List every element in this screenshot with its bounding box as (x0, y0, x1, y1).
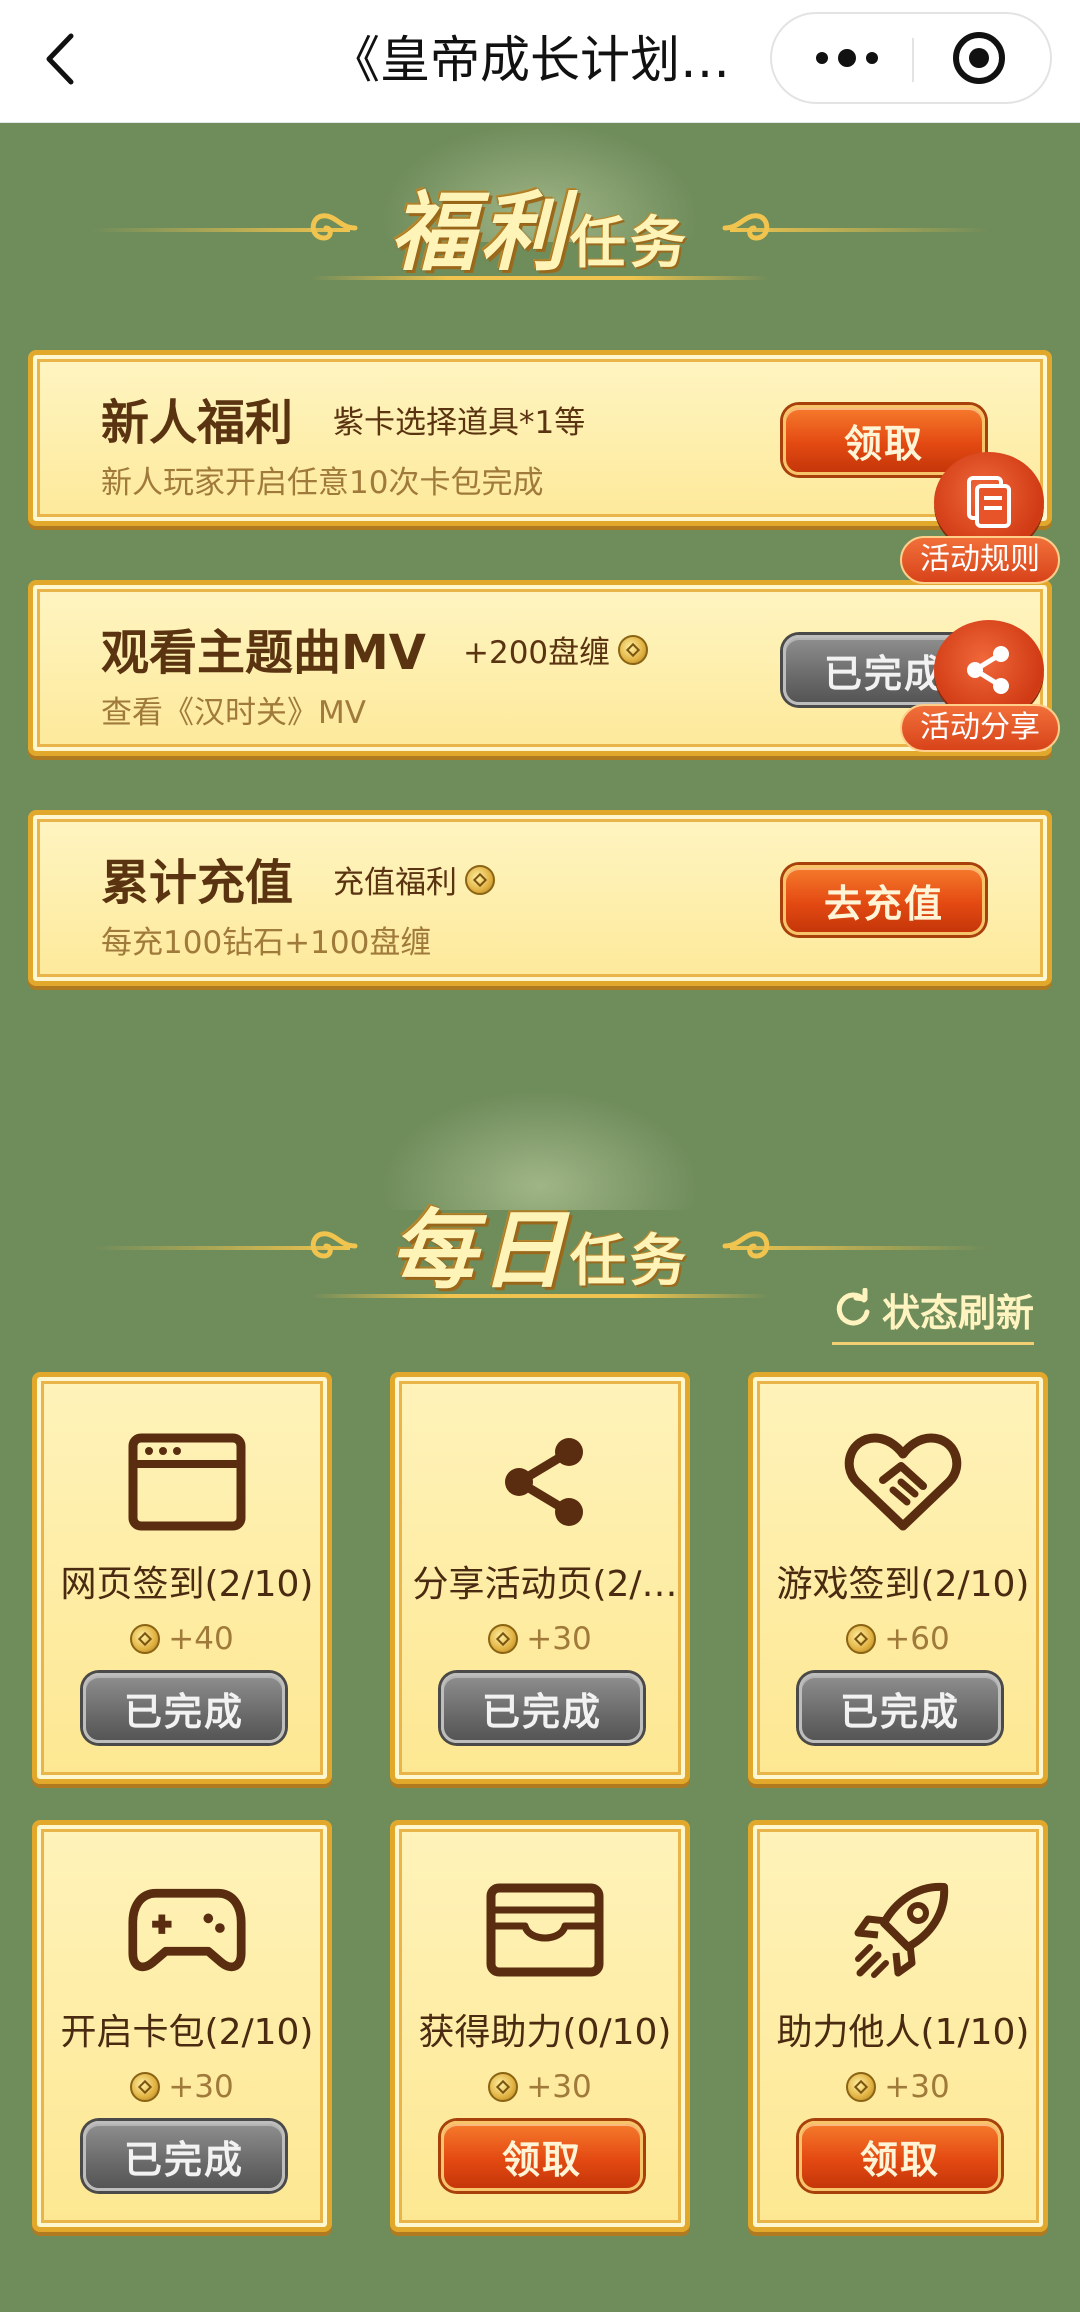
task-name: 网页签到(2/10) (60, 1564, 314, 1605)
task-name: 分享活动页(2/… (412, 1564, 678, 1605)
task-tile-game-checkin: 游戏签到(2/10) +60 已完成 (748, 1372, 1048, 1784)
close-button[interactable] (924, 14, 1034, 102)
coin-icon (488, 1624, 519, 1654)
task-reward: +60 (753, 1621, 1043, 1657)
coin-icon (130, 1624, 161, 1654)
task-reward-value: +30 (526, 1621, 592, 1657)
task-name: 游戏签到(2/10) (776, 1564, 1030, 1605)
share-icon (485, 1427, 605, 1537)
coin-icon (846, 2072, 877, 2102)
task-reward-value: +40 (168, 1621, 234, 1657)
welfare-card-desc: 查看《汉时关》MV (101, 695, 366, 731)
heart-handshake-icon (843, 1427, 963, 1537)
task-reward: +30 (37, 2069, 327, 2105)
daily-heading-big: 每日 (390, 1200, 570, 1301)
title-bar: 《皇帝成长计划… (0, 0, 1080, 123)
back-button[interactable] (30, 26, 90, 92)
status-refresh-button[interactable]: 状态刷新 (832, 1280, 1035, 1345)
completed-button: 已完成 (83, 2121, 285, 2191)
coin-icon (846, 1624, 877, 1654)
gamepad-icon (127, 1875, 247, 1985)
header-underline (310, 1294, 770, 1298)
more-dots-icon (816, 49, 878, 67)
task-tile-web-checkin: 网页签到(2/10) +40 已完成 (32, 1372, 332, 1784)
welfare-card-newcomer: 新人福利 紫卡选择道具*1等 新人玩家开启任意10次卡包完成 领取 (28, 350, 1052, 526)
status-refresh-label: 状态刷新 (882, 1290, 1035, 1335)
reward-text: 紫卡选择道具*1等 (333, 405, 586, 441)
chevron-left-icon (46, 33, 74, 85)
welfare-section-header: 福利任务 (0, 122, 1080, 322)
coin-icon (130, 2072, 161, 2102)
coin-icon (465, 864, 495, 895)
task-reward-value: +30 (884, 2069, 950, 2105)
welfare-heading-small: 任务 (570, 210, 690, 276)
activity-share-float[interactable]: 活动分享 (900, 620, 1060, 760)
task-name: 开启卡包(2/10) (60, 2012, 314, 2053)
welfare-card-desc: 每充100钻石+100盘缠 (101, 925, 432, 961)
capsule-divider (912, 38, 914, 82)
recharge-button[interactable]: 去充值 (783, 865, 985, 935)
task-reward-value: +30 (168, 2069, 234, 2105)
task-reward: +30 (395, 1621, 685, 1657)
share-icon (967, 646, 1009, 694)
target-icon (953, 32, 1005, 84)
wallet-icon (485, 1875, 605, 1985)
claim-button[interactable]: 领取 (441, 2121, 643, 2191)
welfare-card-title: 观看主题曲MV (101, 625, 426, 681)
task-name: 获得助力(0/10) (418, 2012, 672, 2053)
welfare-card-desc: 新人玩家开启任意10次卡包完成 (101, 465, 544, 501)
task-tile-open-pack: 开启卡包(2/10) +30 已完成 (32, 1820, 332, 2232)
welfare-card-reward: 紫卡选择道具*1等 (333, 397, 585, 442)
daily-section-header: 每日任务 (0, 1060, 1080, 1301)
task-name: 助力他人(1/10) (776, 2012, 1030, 2053)
claim-button[interactable]: 领取 (799, 2121, 1001, 2191)
welfare-card-reward: +200盘缠 (463, 627, 649, 672)
coin-icon (488, 2072, 519, 2102)
task-reward: +30 (753, 2069, 1043, 2105)
activity-rules-label: 活动规则 (900, 536, 1060, 584)
activity-rules-float[interactable]: 活动规则 (900, 452, 1060, 592)
welfare-card-title: 累计充值 (101, 855, 294, 911)
welfare-card-mv: 观看主题曲MV +200盘缠 查看《汉时关》MV 已完成 (28, 580, 1052, 756)
daily-heading-small: 任务 (570, 1228, 690, 1294)
welfare-card-title: 新人福利 (101, 395, 294, 451)
completed-button: 已完成 (441, 1673, 643, 1743)
rocket-icon (843, 1875, 963, 1985)
completed-button: 已完成 (83, 1673, 285, 1743)
task-reward-value: +30 (526, 2069, 592, 2105)
browser-window-icon (127, 1427, 247, 1537)
reward-text: +200盘缠 (463, 635, 611, 671)
more-button[interactable] (792, 14, 902, 102)
document-icon (967, 476, 1011, 528)
coin-icon (618, 634, 649, 665)
task-tile-help-others: 助力他人(1/10) +30 领取 (748, 1820, 1048, 2232)
task-reward: +40 (37, 1621, 327, 1657)
task-tile-share-page: 分享活动页(2/… +30 已完成 (390, 1372, 690, 1784)
refresh-icon (836, 1288, 870, 1326)
task-reward-value: +60 (884, 1621, 950, 1657)
header-underline (310, 276, 770, 280)
welfare-heading: 福利任务 (0, 162, 1080, 287)
welfare-heading-big: 福利 (390, 182, 570, 283)
completed-button: 已完成 (799, 1673, 1001, 1743)
welfare-card-recharge: 累计充值 充值福利 每充100钻石+100盘缠 去充值 (28, 810, 1052, 986)
mini-program-capsule (770, 12, 1052, 104)
welfare-card-reward: 充值福利 (333, 857, 495, 902)
task-reward: +30 (395, 2069, 685, 2105)
task-tile-get-assist: 获得助力(0/10) +30 领取 (390, 1820, 690, 2232)
reward-text: 充值福利 (333, 865, 457, 901)
activity-share-label: 活动分享 (900, 704, 1060, 752)
page-title: 《皇帝成长计划… (330, 31, 730, 89)
